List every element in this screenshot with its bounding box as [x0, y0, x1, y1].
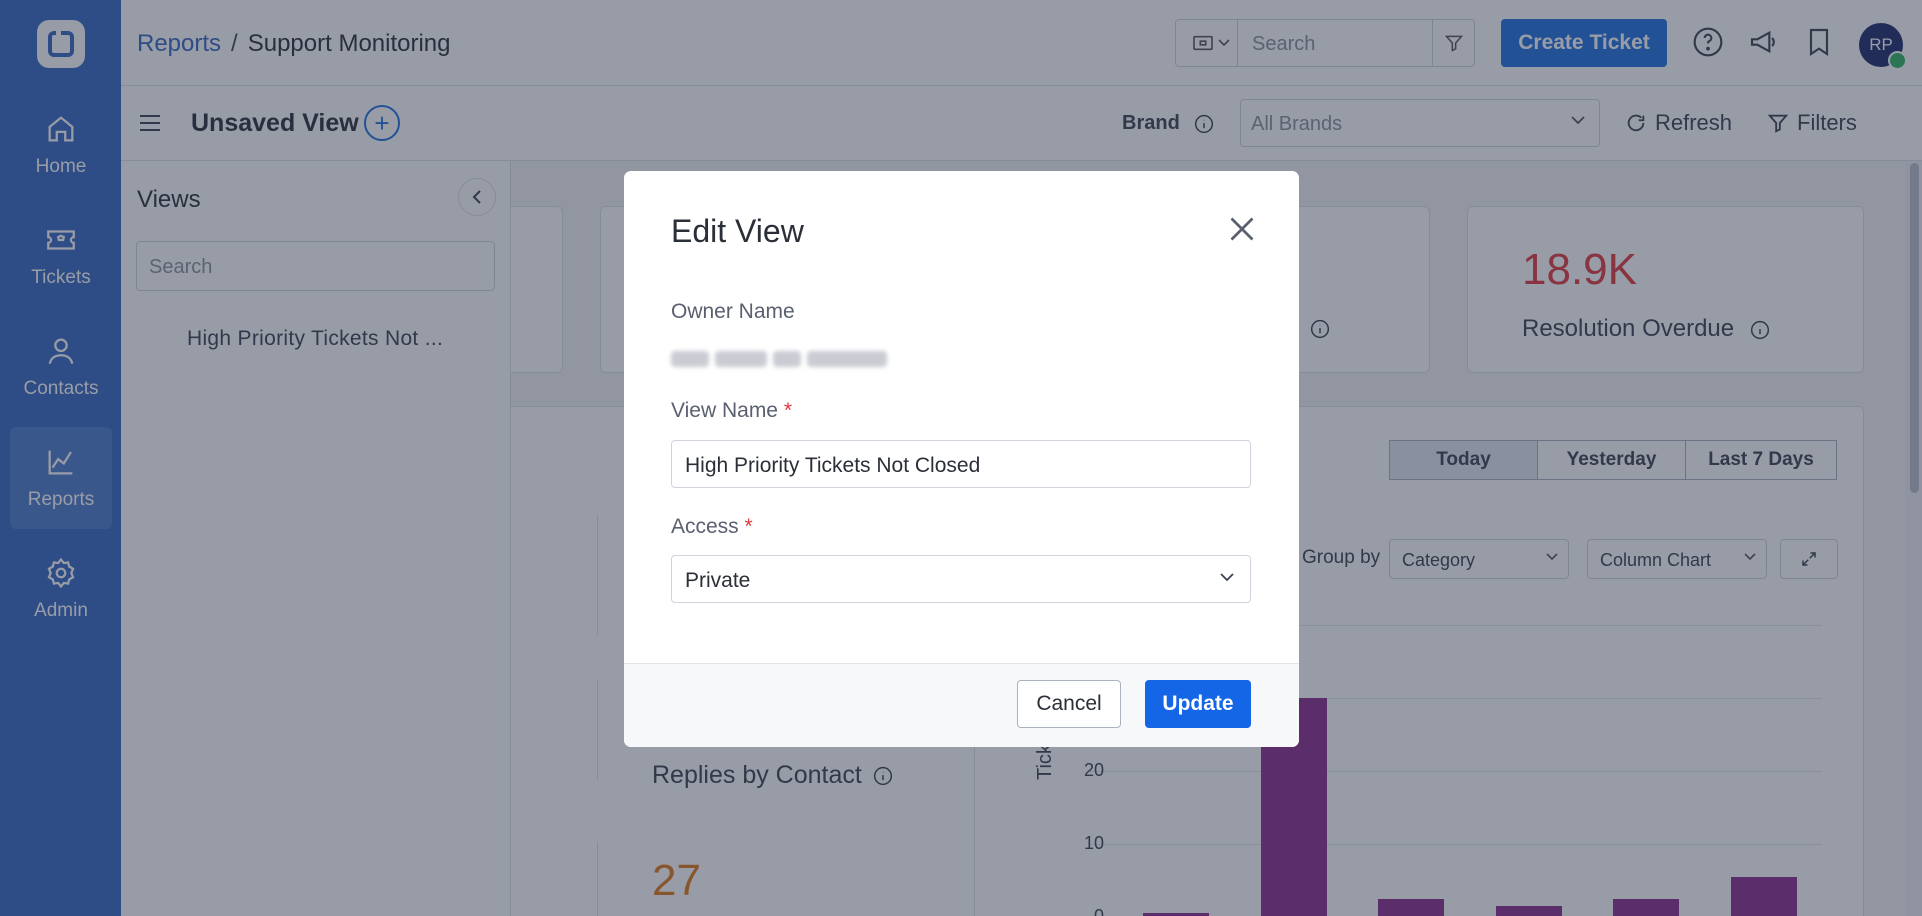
view-name-label: View Name * [671, 399, 793, 422]
edit-view-dialog: Edit View Owner Name View Name * High Pr… [624, 171, 1299, 747]
access-label: Access * [671, 515, 753, 538]
chevron-down-icon [1220, 573, 1234, 582]
view-name-field[interactable]: High Priority Tickets Not Closed [671, 440, 1251, 488]
cancel-button[interactable]: Cancel [1017, 680, 1121, 728]
access-select[interactable]: Private [671, 555, 1251, 603]
dialog-title: Edit View [671, 213, 804, 249]
owner-name-value-redacted [671, 351, 887, 367]
view-name-value: High Priority Tickets Not Closed [685, 454, 981, 477]
owner-name-label: Owner Name [671, 300, 795, 323]
update-button[interactable]: Update [1145, 680, 1251, 728]
close-icon[interactable] [1224, 211, 1260, 247]
access-value: Private [685, 569, 751, 592]
